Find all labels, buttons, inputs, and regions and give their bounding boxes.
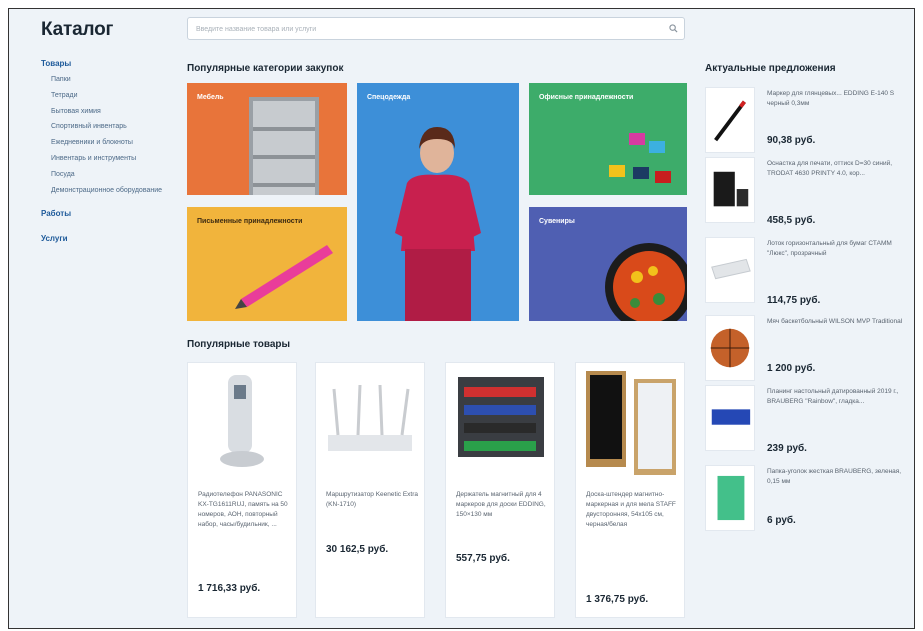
category-tile-souvenirs[interactable]: Сувениры bbox=[529, 207, 687, 321]
product-title[interactable]: Доска-штендер магнитно-маркерная и для м… bbox=[586, 490, 678, 530]
offer-price: 6 руб. bbox=[767, 515, 796, 526]
planner-image bbox=[705, 385, 755, 451]
offer-item[interactable]: Оснастка для печати, оттиск D=30 синий, … bbox=[705, 157, 905, 231]
offer-title[interactable]: Папка-уголок жесткая BRAUBERG, зеленая, … bbox=[767, 467, 905, 487]
product-title[interactable]: Радиотелефон PANASONIC KX-TG1611RUJ, пам… bbox=[198, 490, 290, 530]
offer-price: 90,38 руб. bbox=[767, 135, 816, 146]
offer-item[interactable]: Мяч баскетбольный WILSON MVP Traditional… bbox=[705, 315, 905, 389]
sidebar-goods[interactable]: Товары bbox=[41, 59, 181, 68]
offer-item[interactable]: Маркер для глянцевых... EDDING E-140 S ч… bbox=[705, 87, 905, 161]
offer-price: 458,5 руб. bbox=[767, 215, 816, 226]
marker-holder-image bbox=[458, 377, 544, 457]
stamp-image bbox=[705, 157, 755, 223]
sidebar-item-tools[interactable]: Инвентарь и инструменты bbox=[41, 154, 173, 163]
sidebar-works[interactable]: Работы bbox=[41, 209, 181, 218]
pen-image bbox=[235, 245, 333, 309]
sidebar-item-sports[interactable]: Спортивный инвентарь bbox=[41, 122, 173, 131]
categories-title: Популярные категории закупок bbox=[187, 63, 344, 74]
catalog-logo[interactable]: Каталог bbox=[41, 19, 113, 41]
sidebar-item-folders[interactable]: Папки bbox=[41, 75, 173, 84]
sidebar-item-planners[interactable]: Ежедневники и блокноты bbox=[41, 138, 173, 147]
marker-image bbox=[705, 87, 755, 153]
category-tile-writing[interactable]: Письменные принадлежности bbox=[187, 207, 347, 321]
offer-item[interactable]: Планинг настольный датированный 2019 г.,… bbox=[705, 385, 905, 459]
product-card[interactable]: Держатель магнитный для 4 маркеров для д… bbox=[445, 362, 555, 618]
offer-item[interactable]: Папка-уголок жесткая BRAUBERG, зеленая, … bbox=[705, 465, 905, 539]
folder-image bbox=[705, 465, 755, 531]
top-bar: Каталог bbox=[9, 9, 914, 45]
offer-item[interactable]: Лоток горизонтальный для бумаг СТАММ "Лю… bbox=[705, 237, 905, 311]
clips-image bbox=[609, 133, 671, 183]
category-tile-office[interactable]: Офисные принадлежности bbox=[529, 83, 687, 195]
search-input[interactable] bbox=[188, 19, 658, 40]
product-price: 1 716,33 руб. bbox=[198, 583, 261, 594]
basketball-image bbox=[705, 315, 755, 381]
router-image bbox=[328, 384, 412, 451]
offer-title[interactable]: Лоток горизонтальный для бумаг СТАММ "Лю… bbox=[767, 239, 905, 259]
sidebar-services[interactable]: Услуги bbox=[41, 234, 181, 243]
phone-image bbox=[220, 375, 264, 467]
offer-title[interactable]: Мяч баскетбольный WILSON MVP Traditional bbox=[767, 317, 905, 327]
search-icon[interactable] bbox=[669, 24, 678, 33]
offer-title[interactable]: Маркер для глянцевых... EDDING E-140 S ч… bbox=[767, 89, 905, 109]
category-tile-furniture[interactable]: Мебель bbox=[187, 83, 347, 195]
products-title: Популярные товары bbox=[187, 339, 291, 350]
offers-title: Актуальные предложения bbox=[705, 63, 836, 74]
search-box[interactable] bbox=[187, 17, 685, 40]
plate-image bbox=[605, 243, 687, 321]
product-card[interactable]: Доска-штендер магнитно-маркерная и для м… bbox=[575, 362, 685, 618]
offer-price: 239 руб. bbox=[767, 443, 807, 454]
product-price: 30 162,5 руб. bbox=[326, 544, 389, 555]
product-title[interactable]: Маршрутизатор Keenetic Extra (KN-1710) bbox=[326, 490, 418, 510]
worker-image bbox=[395, 127, 481, 321]
shelf-image bbox=[249, 97, 319, 195]
product-price: 557,75 руб. bbox=[456, 553, 510, 564]
offer-price: 114,75 руб. bbox=[767, 295, 821, 306]
sidebar-item-demo-equipment[interactable]: Демонстрационное оборудование bbox=[41, 186, 173, 195]
product-price: 1 376,75 руб. bbox=[586, 594, 649, 605]
offer-title[interactable]: Планинг настольный датированный 2019 г.,… bbox=[767, 387, 905, 407]
sidebar-item-chemicals[interactable]: Бытовая химия bbox=[41, 107, 173, 116]
category-tile-workwear[interactable]: Спецодежда bbox=[357, 83, 519, 321]
product-card[interactable]: Радиотелефон PANASONIC KX-TG1611RUJ, пам… bbox=[187, 362, 297, 618]
tray-image bbox=[705, 237, 755, 303]
offer-price: 1 200 руб. bbox=[767, 363, 816, 374]
product-title[interactable]: Держатель магнитный для 4 маркеров для д… bbox=[456, 490, 548, 520]
board-image bbox=[586, 371, 676, 475]
product-card[interactable]: Маршрутизатор Keenetic Extra (KN-1710) 3… bbox=[315, 362, 425, 618]
offer-title[interactable]: Оснастка для печати, оттиск D=30 синий, … bbox=[767, 159, 905, 179]
catalog-page: Каталог Товары Папки Тетради Бытовая хим… bbox=[8, 8, 915, 629]
sidebar-item-dishes[interactable]: Посуда bbox=[41, 170, 173, 179]
sidebar-item-notebooks[interactable]: Тетради bbox=[41, 91, 173, 100]
sidebar: Товары Папки Тетради Бытовая химия Спорт… bbox=[41, 59, 181, 243]
